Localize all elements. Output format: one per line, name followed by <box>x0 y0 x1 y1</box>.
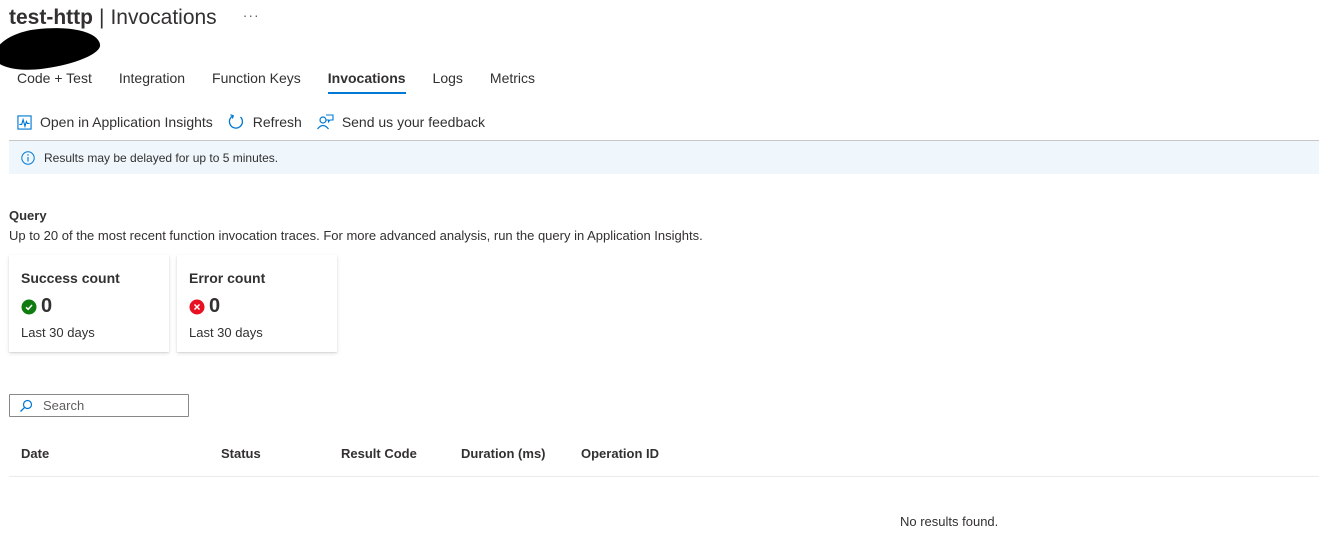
error-count-title: Error count <box>189 270 266 286</box>
tab-function-keys[interactable]: Function Keys <box>212 70 301 94</box>
column-header-duration[interactable]: Duration (ms) <box>461 446 546 461</box>
query-heading: Query <box>9 208 47 223</box>
error-count-value-row: 0 <box>189 295 220 318</box>
error-count-card: Error count 0 Last 30 days <box>177 255 337 352</box>
empty-results-message: No results found. <box>900 514 999 529</box>
search-icon <box>20 399 33 412</box>
title-separator: | <box>98 6 105 29</box>
feedback-icon <box>316 114 334 130</box>
column-header-date[interactable]: Date <box>21 446 49 461</box>
column-header-operation-id[interactable]: Operation ID <box>581 446 659 461</box>
more-options-button[interactable]: ··· <box>243 7 260 23</box>
success-check-icon <box>21 299 37 314</box>
column-header-result-code[interactable]: Result Code <box>341 446 417 461</box>
tab-integration[interactable]: Integration <box>119 70 185 94</box>
success-count-value: 0 <box>41 295 53 317</box>
page-title: Invocations <box>110 6 217 29</box>
info-banner: Results may be delayed for up to 5 minut… <box>9 141 1319 174</box>
success-count-period: Last 30 days <box>21 325 95 340</box>
info-icon <box>21 150 35 165</box>
command-bar: Open in Application Insights Refresh Sen… <box>17 113 499 131</box>
error-count-value: 0 <box>209 295 221 317</box>
success-count-title: Success count <box>21 270 120 286</box>
invocations-table-header: Date Status Result Code Duration (ms) Op… <box>9 438 1319 477</box>
error-count-period: Last 30 days <box>189 325 263 340</box>
send-feedback-label: Send us your feedback <box>341 114 486 130</box>
refresh-icon <box>228 114 243 129</box>
open-in-application-insights-button[interactable]: Open in Application Insights <box>17 114 213 130</box>
tab-bar: Code + Test Integration Function Keys In… <box>17 70 562 94</box>
page-header: test-http | Invocations ··· <box>9 6 260 30</box>
tab-code-test[interactable]: Code + Test <box>17 70 92 94</box>
send-feedback-button[interactable]: Send us your feedback <box>316 113 485 131</box>
tab-logs[interactable]: Logs <box>433 70 463 94</box>
column-header-status[interactable]: Status <box>221 446 261 461</box>
success-count-value-row: 0 <box>21 295 52 318</box>
refresh-label: Refresh <box>252 114 302 130</box>
search-box[interactable] <box>9 394 189 417</box>
tab-invocations[interactable]: Invocations <box>327 70 406 94</box>
refresh-button[interactable]: Refresh <box>227 113 302 131</box>
error-x-icon <box>189 299 205 314</box>
tab-metrics[interactable]: Metrics <box>490 70 535 94</box>
banner-text: Results may be delayed for up to 5 minut… <box>44 150 279 165</box>
success-count-card: Success count 0 Last 30 days <box>9 255 169 352</box>
query-description: Up to 20 of the most recent function inv… <box>9 228 703 243</box>
open-in-application-insights-label: Open in Application Insights <box>40 114 213 130</box>
application-insights-icon <box>17 114 32 130</box>
resource-name: test-http <box>9 6 93 29</box>
search-input[interactable] <box>43 398 173 413</box>
